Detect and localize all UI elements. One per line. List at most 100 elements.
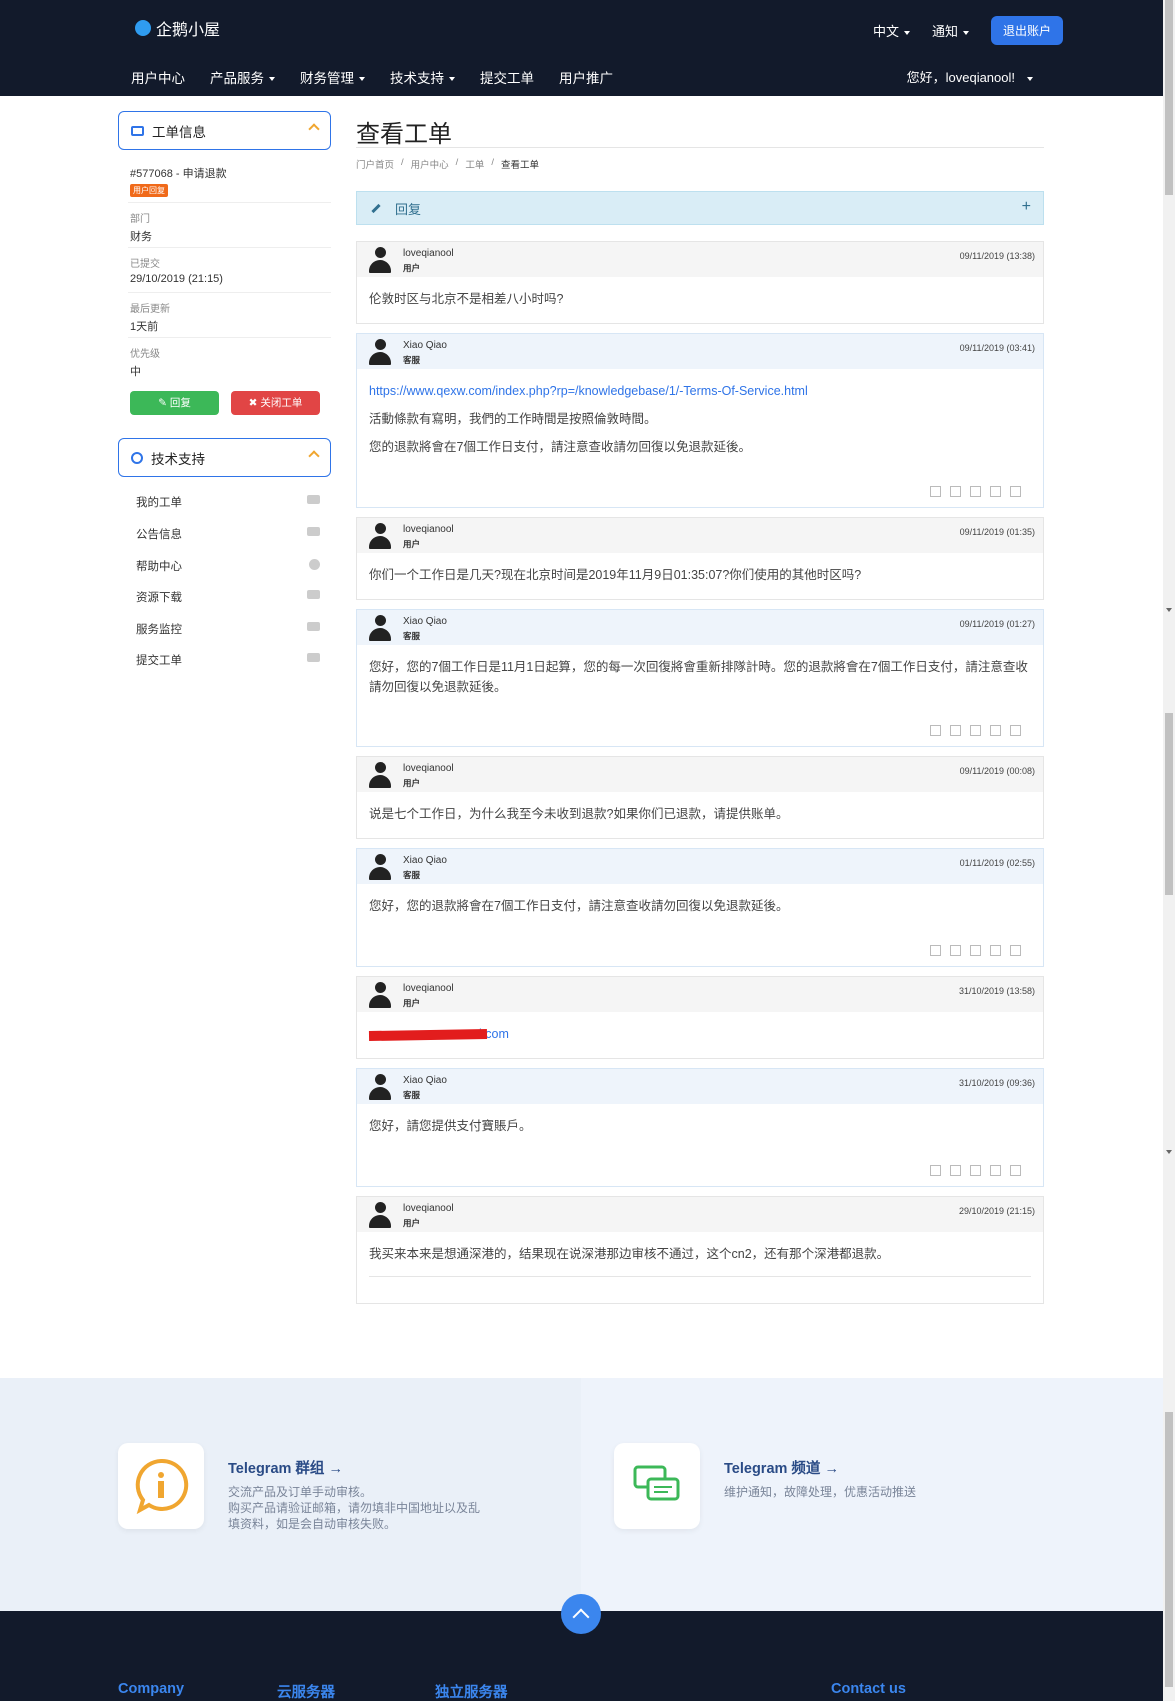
- page-scrollbar[interactable]: [1163, 0, 1175, 1701]
- avatar-icon: [369, 615, 391, 641]
- download-icon: [307, 590, 320, 599]
- star-icon: [950, 945, 961, 956]
- nav-user-center[interactable]: 用户中心: [131, 67, 185, 87]
- telegram-group-tile[interactable]: [118, 1443, 204, 1529]
- priority-value: 中: [130, 366, 141, 378]
- author-role: 用户: [403, 263, 421, 273]
- scroll-thumb-secondary[interactable]: [1165, 713, 1173, 895]
- terms-link[interactable]: https://www.qexw.com/index.php?rp=/knowl…: [369, 384, 808, 398]
- message-text: 您的退款將會在7個工作日支付，請注意查收請勿回復以免退款延後。: [369, 440, 751, 454]
- support-card-header[interactable]: 技术支持: [118, 438, 331, 477]
- support-title: 技术支持: [151, 451, 205, 467]
- breadcrumb-tickets[interactable]: 工单: [465, 157, 484, 171]
- caret-down-icon: [449, 77, 455, 82]
- star-icon: [930, 945, 941, 956]
- nav-products[interactable]: 产品服务: [210, 67, 275, 87]
- footer-col-contact: Contact us: [831, 1681, 906, 1697]
- footer-col-dedicated: 独立服务器: [435, 1685, 508, 1701]
- author-name: loveqianool: [403, 524, 454, 535]
- reply-panel-toggle[interactable]: 回复 +: [356, 191, 1044, 225]
- last-updated-label: 最后更新: [130, 304, 170, 315]
- cloud-logo-icon: [135, 20, 151, 36]
- author-role: 客服: [403, 631, 421, 641]
- telegram-group-text: 交流产品及订单手动审核。 购买产品请验证邮箱，请勿填非中国地址以及乱 填资料，如…: [228, 1485, 481, 1531]
- user-menu[interactable]: 您好，loveqianool!: [907, 67, 1033, 86]
- menu-my-tickets[interactable]: 我的工单: [136, 494, 320, 510]
- star-icon: [1010, 945, 1021, 956]
- chevron-up-icon: [308, 123, 320, 135]
- notifications-dropdown[interactable]: 通知: [932, 21, 969, 40]
- menu-announcements[interactable]: 公告信息: [136, 526, 320, 542]
- brand-name: 企鹅小屋: [156, 22, 221, 39]
- menu-help-center[interactable]: 帮助中心: [136, 558, 320, 574]
- avatar-icon: [369, 339, 391, 365]
- star-icon: [950, 725, 961, 736]
- author-name: loveqianool: [403, 1203, 454, 1214]
- back-to-top-button[interactable]: [561, 1594, 601, 1634]
- submitted-label: 已提交: [130, 259, 160, 270]
- language-dropdown[interactable]: 中文: [873, 21, 910, 40]
- star-icon: [970, 945, 981, 956]
- avatar-icon: [369, 1202, 391, 1228]
- author-role: 客服: [403, 355, 421, 365]
- telegram-channel-tile[interactable]: [614, 1443, 700, 1529]
- nav-affiliate[interactable]: 用户推广: [559, 67, 613, 87]
- ticket-reply-staff: Xiao Qiao 客服 31/10/2019 (09:36) 您好，請您提供支…: [356, 1068, 1044, 1187]
- ticket-icon: [307, 495, 320, 504]
- close-ticket-button[interactable]: ✖ 关闭工单: [231, 391, 320, 415]
- reply-button[interactable]: ✎ 回复: [130, 391, 219, 415]
- ticket-icon: [131, 125, 144, 136]
- scroll-thumb[interactable]: [1165, 0, 1173, 195]
- star-icon: [990, 725, 1001, 736]
- logout-button[interactable]: 退出账户: [990, 16, 1063, 45]
- star-icon: [970, 725, 981, 736]
- ticket-info-card-header[interactable]: 工单信息: [118, 111, 331, 150]
- message-text: 您好，您的退款將會在7個工作日支付，請注意查收請勿回復以免退款延後。: [369, 899, 789, 913]
- reply-date: 09/11/2019 (01:27): [959, 619, 1035, 629]
- ticket-reply-staff: Xiao Qiao 客服 01/11/2019 (02:55) 您好，您的退款將…: [356, 848, 1044, 967]
- menu-monitoring[interactable]: 服务监控: [136, 621, 320, 637]
- rating-stars[interactable]: [930, 1165, 1021, 1176]
- telegram-group-title[interactable]: Telegram 群组 →: [228, 1457, 343, 1478]
- nav-support[interactable]: 技术支持: [390, 67, 455, 87]
- nav-finance[interactable]: 财务管理: [300, 67, 365, 87]
- divider: [128, 202, 331, 203]
- pencil-icon: [371, 203, 381, 213]
- breadcrumb-home[interactable]: 门户首页: [356, 157, 394, 171]
- divider: [369, 1276, 1031, 1277]
- star-icon: [990, 1165, 1001, 1176]
- submitted-value: 29/10/2019 (21:15): [130, 273, 223, 285]
- nav-submit-ticket[interactable]: 提交工单: [480, 67, 534, 87]
- star-icon: [990, 945, 1001, 956]
- ticket-reply-user: loveqianool 用户 09/11/2019 (00:08) 说是七个工作…: [356, 756, 1044, 839]
- author-role: 客服: [403, 1090, 421, 1100]
- star-icon: [930, 725, 941, 736]
- message-text: 我买来本来是想通深港的，结果现在说深港那边审核不通过，这个cn2，还有那个深港都…: [369, 1247, 890, 1261]
- rating-stars[interactable]: [930, 945, 1021, 956]
- divider: [128, 337, 331, 338]
- info-bubble-icon: [135, 1458, 189, 1515]
- message-text: 您好，請您提供支付寶賬戶。: [369, 1119, 532, 1133]
- scroll-thumb-tertiary[interactable]: [1165, 1412, 1173, 1687]
- rocket-icon: [307, 622, 320, 631]
- scroll-arrow-icon: [1166, 1150, 1172, 1154]
- redacted-email: [368, 1028, 488, 1041]
- rating-stars[interactable]: [930, 725, 1021, 736]
- author-role: 用户: [403, 1218, 421, 1228]
- star-icon: [1010, 1165, 1021, 1176]
- star-icon: [1010, 725, 1021, 736]
- menu-submit-ticket[interactable]: 提交工单: [136, 652, 320, 668]
- brand-logo-link[interactable]: 企鹅小屋: [135, 16, 220, 40]
- reply-date: 01/11/2019 (02:55): [959, 858, 1035, 868]
- menu-downloads[interactable]: 资源下载: [136, 589, 320, 605]
- reply-date: 09/11/2019 (03:41): [959, 343, 1035, 353]
- author-name: loveqianool: [403, 248, 454, 259]
- ticket-reply-user: loveqianool 用户 29/10/2019 (21:15) 我买来本来是…: [356, 1196, 1044, 1304]
- rating-stars[interactable]: [930, 486, 1021, 497]
- caret-down-icon: [359, 77, 365, 82]
- breadcrumb-user-center[interactable]: 用户中心: [411, 157, 449, 171]
- author-role: 用户: [403, 539, 421, 549]
- telegram-channel-title[interactable]: Telegram 频道 →: [724, 1457, 839, 1478]
- divider: [128, 292, 331, 293]
- title-divider: [356, 147, 1044, 148]
